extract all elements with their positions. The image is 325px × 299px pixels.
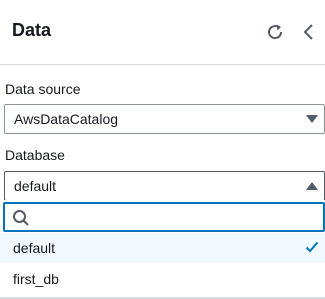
database-select[interactable]: default [4,171,325,201]
database-value: default [14,178,57,194]
data-source-value: AwsDataCatalog [14,111,119,127]
data-source-select[interactable]: AwsDataCatalog [4,104,325,134]
refresh-button[interactable] [265,22,285,42]
database-option-default[interactable]: default [0,233,325,263]
search-icon [13,210,29,226]
panel-title: Data [12,20,52,40]
chevron-left-icon [303,24,313,40]
data-panel: Data Data source AwsDataCatalog Database… [0,0,325,299]
option-label: first_db [13,271,59,287]
caret-up-icon [306,182,318,190]
option-label: default [13,240,56,256]
panel-header: Data [0,0,325,65]
database-search-box[interactable] [3,202,325,232]
check-icon [305,241,319,253]
data-source-label: Data source [5,81,81,97]
caret-down-icon [306,115,318,123]
database-search-input[interactable] [35,206,315,228]
collapse-panel-button[interactable] [299,22,319,42]
database-option-first-db[interactable]: first_db [0,264,325,294]
refresh-icon [268,24,283,40]
database-label: Database [5,147,65,163]
